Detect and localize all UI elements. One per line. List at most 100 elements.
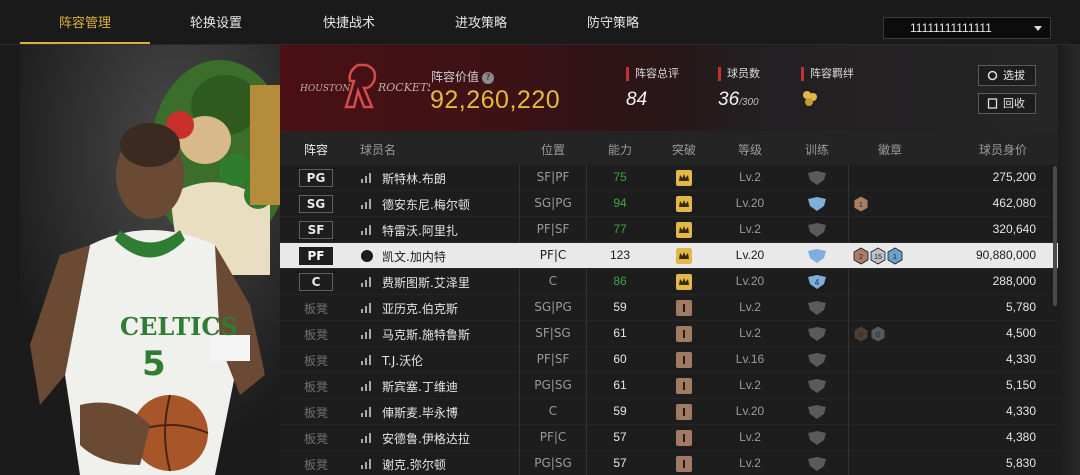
player-portrait: CELTICS 5 xyxy=(20,45,280,475)
breakthrough-crown-icon[interactable] xyxy=(676,274,692,290)
player-name[interactable]: 俥斯麦.毕永博 xyxy=(382,404,458,421)
info-icon[interactable]: ? xyxy=(482,72,495,84)
breakthrough-rank-icon[interactable] xyxy=(676,300,692,316)
table-row[interactable]: 板凳 斯宾塞.丁维迪 PG|SG 61 Lv.2 5,150 xyxy=(280,373,1058,399)
player-ability: 61 xyxy=(613,378,627,392)
table-row[interactable]: 板凳 谢克.弥尔顿 PG|SG 57 Lv.2 5,830 xyxy=(280,451,1058,475)
training-shield-icon[interactable] xyxy=(806,352,828,368)
training-shield-icon[interactable] xyxy=(806,300,828,316)
player-name[interactable]: 亚历克.伯克斯 xyxy=(382,300,458,317)
training-shield-icon[interactable] xyxy=(806,326,828,342)
player-name[interactable]: 凯文.加内特 xyxy=(382,248,446,265)
player-ability: 61 xyxy=(613,326,627,340)
breakthrough-rank-icon[interactable] xyxy=(676,430,692,446)
col-training[interactable]: 训练 xyxy=(787,141,847,158)
badge-group[interactable]: 00 xyxy=(853,325,887,343)
table-row[interactable]: 板凳 亚历克.伯克斯 SG|PG 59 Lv.2 5,780 xyxy=(280,295,1058,321)
breakthrough-rank-icon[interactable] xyxy=(676,404,692,420)
breakthrough-crown-icon[interactable] xyxy=(676,222,692,238)
bench-slot: 板凳 xyxy=(303,406,328,420)
training-shield-icon[interactable]: 4 xyxy=(806,274,828,290)
breakthrough-rank-icon[interactable] xyxy=(676,352,692,368)
select-button[interactable]: 选拔 xyxy=(978,65,1036,86)
player-name[interactable]: 马克斯.施特鲁斯 xyxy=(382,326,470,343)
breakthrough-crown-icon[interactable] xyxy=(676,248,692,264)
svg-text:5: 5 xyxy=(142,344,166,384)
player-salary: 4,330 xyxy=(1005,404,1036,418)
training-shield-icon[interactable] xyxy=(806,170,828,186)
col-salary[interactable]: 球员身价 xyxy=(970,141,1036,158)
table-row[interactable]: 板凳 T.J.沃伦 PF|SF 60 Lv.16 4,330 xyxy=(280,347,1058,373)
table-scrollbar[interactable] xyxy=(1053,166,1057,306)
training-shield-icon[interactable] xyxy=(806,222,828,238)
svg-text:HOUSTON: HOUSTON xyxy=(300,84,351,94)
svg-text:CELTICS: CELTICS xyxy=(120,312,238,341)
stat-chemistry: 阵容羁绊 xyxy=(801,67,854,112)
player-ability: 57 xyxy=(613,430,627,444)
player-position: PF|C xyxy=(539,248,567,262)
training-shield-icon[interactable] xyxy=(806,456,828,472)
col-position[interactable]: 位置 xyxy=(520,141,586,158)
player-name[interactable]: 斯宾塞.丁维迪 xyxy=(382,378,458,395)
right-margin xyxy=(1058,45,1080,475)
table-row[interactable]: 板凳 马克斯.施特鲁斯 SF|SG 61 Lv.2 0 0 4,500 xyxy=(280,321,1058,347)
player-ability: 75 xyxy=(613,170,627,184)
player-name[interactable]: 特雷沃.阿里扎 xyxy=(382,222,458,239)
account-dropdown[interactable]: 11111111111111 xyxy=(883,17,1051,39)
player-salary: 5,830 xyxy=(1005,456,1036,470)
training-shield-icon[interactable] xyxy=(806,430,828,446)
breakthrough-rank-icon[interactable] xyxy=(676,378,692,394)
player-name[interactable]: 安德鲁.伊格达拉 xyxy=(382,430,470,447)
training-shield-icon[interactable] xyxy=(806,248,828,264)
training-shield-icon[interactable] xyxy=(806,378,828,394)
col-lineup[interactable]: 阵容 xyxy=(298,141,334,158)
breakthrough-rank-icon[interactable] xyxy=(676,326,692,342)
table-row[interactable]: PF 凯文.加内特 PF|C 123 Lv.20 2 15 1 90,880,000 xyxy=(280,243,1058,269)
tab-defense[interactable]: 防守策略 xyxy=(548,12,678,31)
table-row[interactable]: PG 斯特林.布朗 SF|PF 75 Lv.2 275,200 xyxy=(280,165,1058,191)
badge-group[interactable]: 2 15 1 xyxy=(853,247,904,265)
badge-hex-icon: 1 xyxy=(887,247,903,265)
table-row[interactable]: C 费斯图斯.艾泽里 C 86 Lv.20 4 288,000 xyxy=(280,269,1058,295)
breakthrough-crown-icon[interactable] xyxy=(676,196,692,212)
recycle-button[interactable]: 回收 xyxy=(978,93,1036,114)
signal-bars-icon xyxy=(361,355,371,365)
player-ability: 94 xyxy=(613,196,627,210)
player-ability: 60 xyxy=(613,352,627,366)
player-position: SF|PF xyxy=(536,170,570,184)
col-ability[interactable]: 能力 xyxy=(590,141,650,158)
table-row[interactable]: 板凳 俥斯麦.毕永博 C 59 Lv.20 4,330 xyxy=(280,399,1058,425)
player-name[interactable]: 费斯图斯.艾泽里 xyxy=(382,274,470,291)
table-row[interactable]: SG 德安东尼.梅尔顿 SG|PG 94 Lv.20 1 462,080 xyxy=(280,191,1058,217)
col-level[interactable]: 等级 xyxy=(717,141,783,158)
player-ability: 59 xyxy=(613,300,627,314)
tab-offense[interactable]: 进攻策略 xyxy=(416,12,546,31)
training-shield-icon[interactable] xyxy=(806,404,828,420)
document-icon xyxy=(987,98,998,109)
chemistry-icon[interactable] xyxy=(801,89,819,107)
breakthrough-rank-icon[interactable] xyxy=(676,456,692,472)
training-shield-icon[interactable] xyxy=(806,196,828,212)
tab-rotation[interactable]: 轮换设置 xyxy=(151,12,281,31)
table-row[interactable]: 板凳 安德鲁.伊格达拉 PF|C 57 Lv.2 4,380 xyxy=(280,425,1058,451)
table-row[interactable]: SF 特雷沃.阿里扎 PF|SF 77 Lv.2 320,640 xyxy=(280,217,1058,243)
player-ability: 59 xyxy=(613,404,627,418)
col-breakthrough[interactable]: 突破 xyxy=(654,141,714,158)
jersey-icon xyxy=(361,250,373,262)
tab-lineup[interactable]: 阵容管理 xyxy=(20,12,150,31)
col-badges[interactable]: 徽章 xyxy=(860,141,920,158)
badge-group[interactable]: 1 xyxy=(853,195,870,213)
col-name[interactable]: 球员名 xyxy=(360,141,396,158)
player-name[interactable]: T.J.沃伦 xyxy=(382,352,423,369)
breakthrough-crown-icon[interactable] xyxy=(676,170,692,186)
signal-bars-icon xyxy=(361,433,371,443)
player-name[interactable]: 德安东尼.梅尔顿 xyxy=(382,196,470,213)
player-position: C xyxy=(548,274,558,288)
player-position: SF|SG xyxy=(535,326,571,340)
player-name[interactable]: 斯特林.布朗 xyxy=(382,170,446,187)
player-name[interactable]: 谢克.弥尔顿 xyxy=(382,456,446,473)
team-logo: HOUSTON ROCKETS xyxy=(300,63,430,109)
team-value: 92,260,220 xyxy=(430,86,561,114)
stat-player-count-label: 球员数 xyxy=(718,67,760,81)
tab-quick-tactics[interactable]: 快捷战术 xyxy=(284,12,414,31)
